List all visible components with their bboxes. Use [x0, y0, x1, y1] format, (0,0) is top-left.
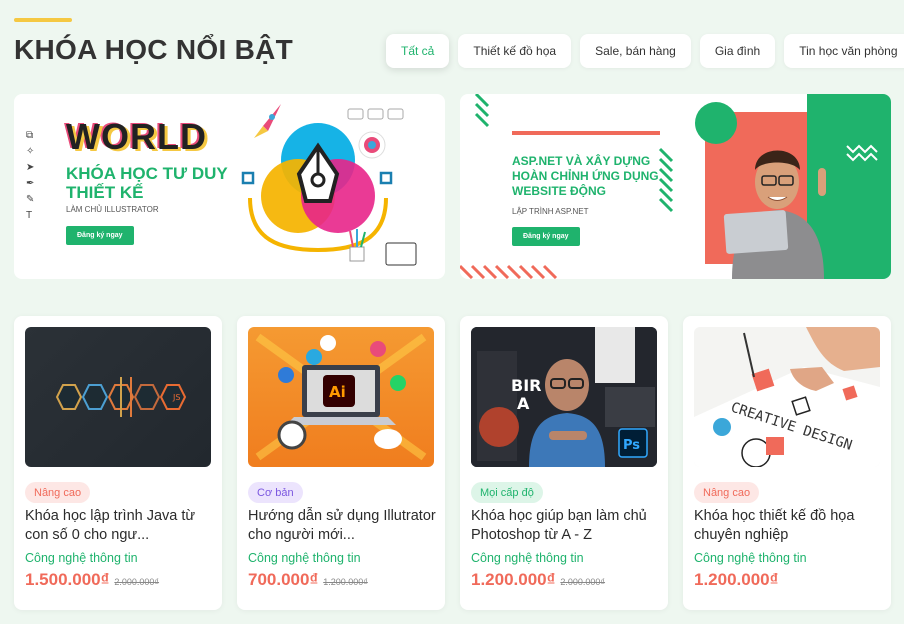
pen-tool-icon: ✒ — [26, 178, 35, 189]
page-title: KHÓA HỌC NỔI BẬT — [14, 34, 294, 65]
banner-logo-text: WORLD — [66, 116, 207, 157]
course-old-price: 2.000.000₫ — [114, 577, 160, 587]
banner-aspnet[interactable]: ASP.NET VÀ XÂY DỰNG HOÀN CHỈNH ỨNG DỤNG … — [460, 94, 891, 279]
course-price: 700.000₫ — [248, 570, 319, 589]
svg-text:A: A — [517, 394, 530, 413]
wifi-icon — [320, 335, 336, 351]
twitter-icon — [306, 349, 322, 365]
course-thumbnail: BIR A Ps — [471, 327, 657, 467]
js-logo-text: JS — [172, 393, 180, 402]
course-price: 1.200.000₫ — [471, 570, 556, 589]
course-thumbnail: JS — [25, 327, 211, 467]
toolbar-icons: ⧉ ✧ ➤ ✒ ✎ T — [26, 130, 34, 221]
course-price: 1.500.000₫ — [25, 570, 110, 589]
register-button[interactable]: Đăng ký ngay — [66, 226, 134, 245]
banner-divider — [512, 131, 660, 135]
level-badge: Mọi cấp độ — [471, 482, 543, 503]
course-card[interactable]: JS Nâng cao Khóa học lập trình Java từ c… — [14, 316, 222, 610]
course-category: Công nghệ thông tin — [248, 551, 361, 565]
heart-icon — [370, 341, 386, 357]
tab-sales[interactable]: Sale, bán hàng — [580, 34, 691, 68]
register-button[interactable]: Đăng ký ngay — [512, 227, 580, 246]
tablet-icon — [385, 242, 417, 266]
photoshop-panel — [595, 327, 635, 383]
banner-illustrator[interactable]: ⧉ ✧ ➤ ✒ ✎ T WORLD KHÓA HỌC TƯ DUY THIẾT … — [14, 94, 445, 279]
course-thumbnail: Ai — [248, 327, 434, 467]
pointer-icon: ➤ — [26, 162, 35, 173]
svg-text:BIR: BIR — [511, 376, 541, 395]
course-old-price: 1.200.000₫ — [323, 577, 368, 587]
facebook-icon — [278, 367, 294, 383]
tab-family[interactable]: Gia đình — [699, 34, 776, 68]
course-category: Công nghệ thông tin — [25, 551, 138, 565]
illustrator-logo-text: Ai — [329, 383, 346, 401]
tab-office[interactable]: Tin học văn phòng — [784, 34, 904, 68]
pencil-cup-icon — [349, 246, 365, 262]
banner-subtitle: LÀM CHỦ ILLUSTRATOR — [66, 205, 159, 214]
banner-subtitle: LẬP TRÌNH ASP.NET — [512, 207, 589, 216]
price-row: 700.000₫ 1.200.000₫ — [248, 570, 368, 590]
level-badge: Nâng cao — [25, 482, 91, 503]
magic-wand-icon: ✧ — [26, 146, 35, 157]
tab-graphic-design[interactable]: Thiết kế đồ họa — [458, 34, 572, 68]
course-price: 1.200.000₫ — [694, 570, 779, 589]
course-category: Công nghệ thông tin — [694, 551, 807, 565]
banner-headline: KHÓA HỌC TƯ DUY THIẾT KẾ — [66, 164, 228, 202]
price-row: 1.200.000₫ 2.000.000₫ — [471, 570, 605, 590]
artboard-icon: ⧉ — [26, 130, 34, 141]
pen-tool-illustration — [241, 104, 417, 266]
category-tabs: Tất cả Thiết kế đồ họa Sale, bán hàng Gi… — [386, 34, 904, 68]
course-title[interactable]: Khóa học lập trình Java từ con số 0 cho … — [25, 507, 213, 545]
tab-all[interactable]: Tất cả — [386, 34, 450, 68]
course-title[interactable]: Khóa học thiết kế đồ họa chuyên nghiệp — [694, 507, 882, 545]
course-thumbnail: CREATIVE DESIGN — [694, 327, 880, 467]
price-row: 1.200.000₫ — [694, 570, 778, 590]
level-badge: Nâng cao — [694, 482, 760, 503]
mouse-icon — [374, 429, 402, 449]
rocket-icon — [254, 104, 281, 138]
course-title[interactable]: Khóa học giúp bạn làm chủ Photoshop từ A… — [471, 507, 659, 545]
course-card[interactable]: CREATIVE DESIGN Nâng cao Khóa học thiết … — [683, 316, 891, 610]
pencil-icon: ✎ — [26, 194, 35, 205]
course-title[interactable]: Hướng dẫn sử dụng Illutrator cho người m… — [248, 507, 436, 545]
course-category: Công nghệ thông tin — [471, 551, 584, 565]
course-old-price: 2.000.000₫ — [560, 577, 606, 587]
window-icons — [347, 108, 404, 120]
text-tool-icon: T — [26, 210, 33, 221]
headphones-icon — [277, 420, 307, 450]
whatsapp-icon — [390, 375, 406, 391]
price-row: 1.500.000₫ 2.000.000₫ — [25, 570, 159, 590]
course-card[interactable]: BIR A Ps Mọi cấp độ Khóa học giúp bạn là… — [460, 316, 668, 610]
banner-headline: ASP.NET VÀ XÂY DỰNG HOÀN CHỈNH ỨNG DỤNG … — [512, 154, 659, 198]
course-card[interactable]: Ai Cơ bản Hướng dẫn sử dụng Illutrator c… — [237, 316, 445, 610]
level-badge: Cơ bản — [248, 482, 303, 503]
title-accent-bar — [14, 18, 72, 22]
photoshop-logo-text: Ps — [623, 438, 640, 453]
